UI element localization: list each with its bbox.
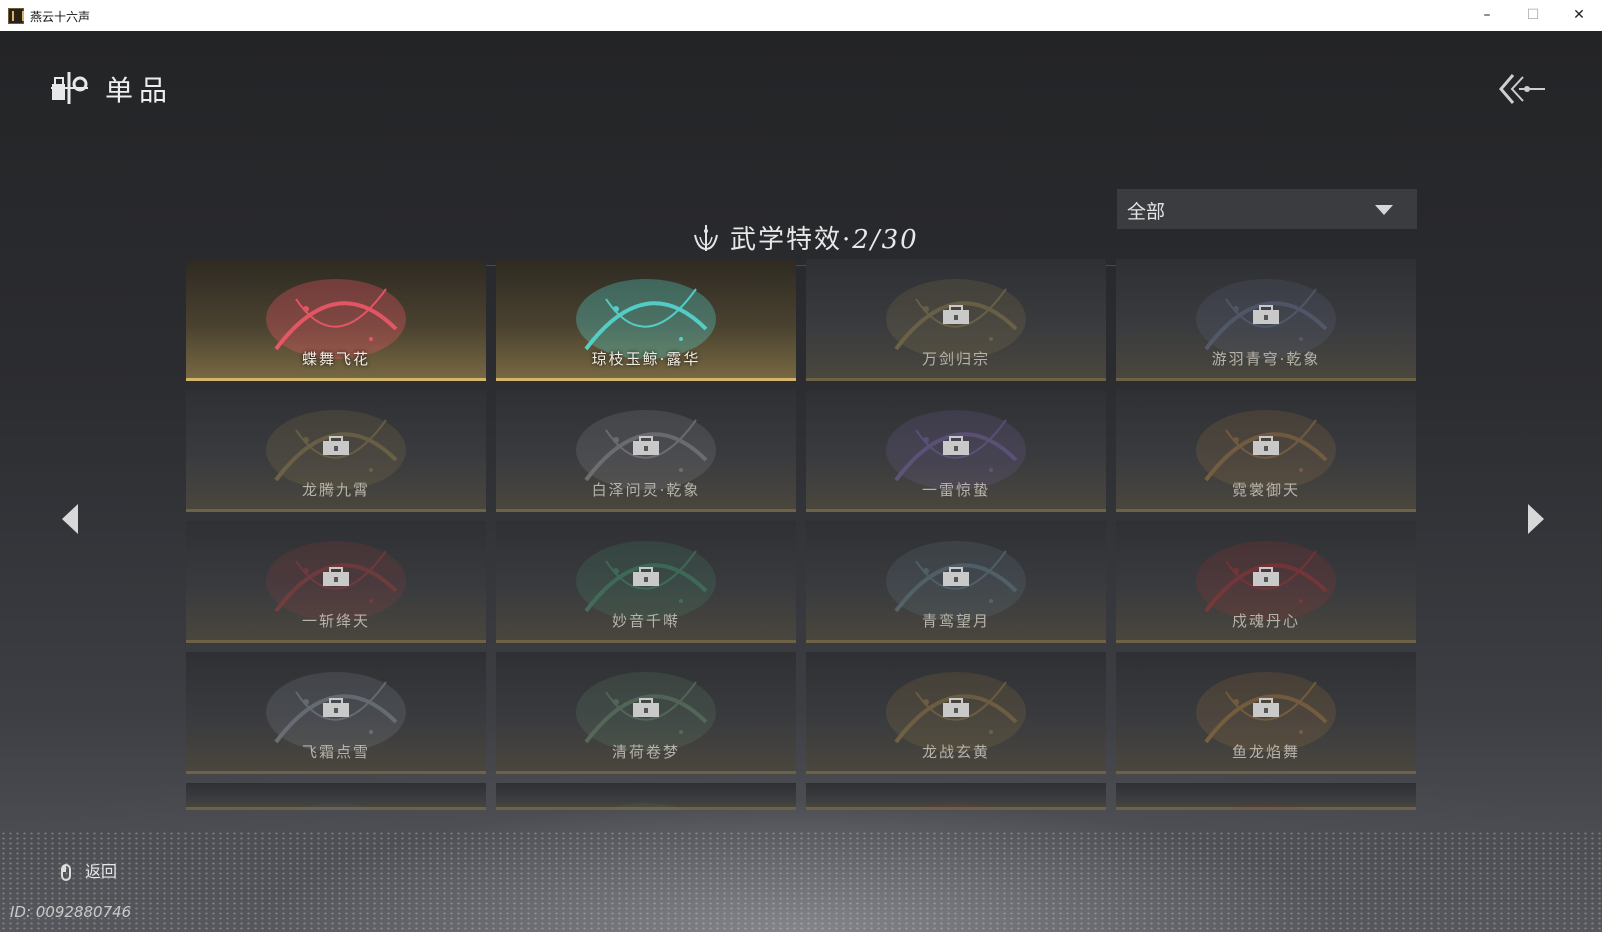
effect-name: 妙音千啭: [611, 612, 680, 630]
effect-card[interactable]: 一雷惊蛰: [806, 390, 1106, 512]
effect-name: 飞霜点雪: [301, 743, 370, 761]
effect-card[interactable]: 清荷卷梦: [496, 652, 796, 774]
effect-name: 白泽问灵·乾象: [591, 481, 701, 499]
effect-card[interactable]: 鱼龙焰舞: [1116, 652, 1416, 774]
mouse-icon: [61, 864, 71, 881]
effect-card[interactable]: 琼枝玉鲸·露华: [496, 259, 796, 381]
lock-icon: [1253, 305, 1279, 324]
effect-card[interactable]: 妙音千啭: [496, 521, 796, 643]
back-hint[interactable]: 返回: [61, 858, 117, 882]
chevron-down-icon: [1375, 205, 1393, 215]
effect-card[interactable]: 龙腾九霄: [186, 390, 486, 512]
window-titlebar: 燕云十六声 – ☐ ✕: [0, 0, 1602, 32]
effects-grid: 蝶舞飞花 琼枝玉鲸·露华 万剑归宗 游羽青穹·乾象龙腾九霄 白泽问灵·乾象 一雷惊蛰 霓裳御…: [0, 31, 1602, 932]
effect-card[interactable]: 白泽问灵·乾象: [496, 390, 796, 512]
app-icon: [8, 8, 24, 24]
lotus-emblem-icon: [694, 225, 718, 251]
effect-card[interactable]: 戍魂丹心: [1116, 521, 1416, 643]
effect-artwork: [1226, 803, 1306, 810]
lock-icon: [943, 305, 969, 324]
back-label: 返回: [85, 862, 118, 881]
minimize-button[interactable]: –: [1464, 0, 1510, 31]
unlock-count: 2/30: [852, 225, 919, 255]
store-icon: [51, 72, 88, 104]
effect-name: 一雷惊蛰: [921, 481, 990, 499]
effect-card[interactable]: 青鸾望月: [806, 521, 1106, 643]
lock-icon: [943, 567, 969, 586]
close-button[interactable]: ✕: [1556, 0, 1602, 31]
window-title: 燕云十六声: [30, 10, 91, 24]
back-arrows-icon[interactable]: [1497, 71, 1547, 107]
effect-name: 戍魂丹心: [1231, 612, 1300, 630]
game-stage: 单品 武学特效·2/30 全部 蝶舞飞花 琼枝玉鲸·露华 万剑归宗 游羽青穹·乾象龙腾…: [0, 31, 1602, 932]
lock-icon: [1253, 436, 1279, 455]
effect-card[interactable]: 万剑归宗: [806, 259, 1106, 381]
effect-artwork: [606, 803, 686, 810]
effect-name: 鱼龙焰舞: [1231, 743, 1300, 761]
effect-name: 万剑归宗: [921, 350, 990, 368]
effect-artwork: [916, 803, 996, 810]
lock-icon: [323, 567, 349, 586]
page-title: 单品: [105, 74, 174, 107]
lock-icon: [633, 436, 659, 455]
lock-icon: [633, 698, 659, 717]
previous-page-arrow-icon[interactable]: [58, 502, 82, 536]
section-title: 武学特效·2/30: [730, 219, 919, 256]
effect-name: 龙腾九霄: [301, 481, 370, 499]
effect-name: 一斩绛天: [301, 612, 370, 630]
effect-card[interactable]: [186, 783, 486, 810]
effect-name: 龙战玄黄: [921, 743, 990, 761]
lock-icon: [323, 436, 349, 455]
lock-icon: [323, 698, 349, 717]
filter-selected-value: 全部: [1127, 201, 1166, 223]
section-title-text: 武学特效·: [730, 225, 853, 255]
lock-icon: [1253, 698, 1279, 717]
effect-card[interactable]: 一斩绛天: [186, 521, 486, 643]
lock-icon: [943, 698, 969, 717]
category-filter-dropdown[interactable]: 全部: [1117, 189, 1417, 229]
maximize-button[interactable]: ☐: [1510, 0, 1556, 31]
effect-card[interactable]: 霓裳御天: [1116, 390, 1416, 512]
effect-card[interactable]: [496, 783, 796, 810]
effect-name: 蝶舞飞花: [301, 350, 370, 368]
effect-card[interactable]: [806, 783, 1106, 810]
effect-artwork: [296, 803, 376, 810]
user-id: ID: 0092880746: [10, 903, 132, 921]
effect-name: 霓裳御天: [1231, 481, 1300, 499]
effect-name: 青鸾望月: [921, 612, 990, 630]
effect-card[interactable]: 蝶舞飞花: [186, 259, 486, 381]
effect-name: 琼枝玉鲸·露华: [591, 350, 701, 368]
effect-name: 游羽青穹·乾象: [1211, 350, 1321, 368]
effect-name: 清荷卷梦: [611, 743, 680, 761]
effect-card[interactable]: [1116, 783, 1416, 810]
lock-icon: [1253, 567, 1279, 586]
lock-icon: [633, 567, 659, 586]
next-page-arrow-icon[interactable]: [1524, 502, 1548, 536]
snow-ground-decoration: [0, 831, 1602, 932]
effect-card[interactable]: 飞霜点雪: [186, 652, 486, 774]
effect-card[interactable]: 游羽青穹·乾象: [1116, 259, 1416, 381]
lock-icon: [943, 436, 969, 455]
effect-card[interactable]: 龙战玄黄: [806, 652, 1106, 774]
